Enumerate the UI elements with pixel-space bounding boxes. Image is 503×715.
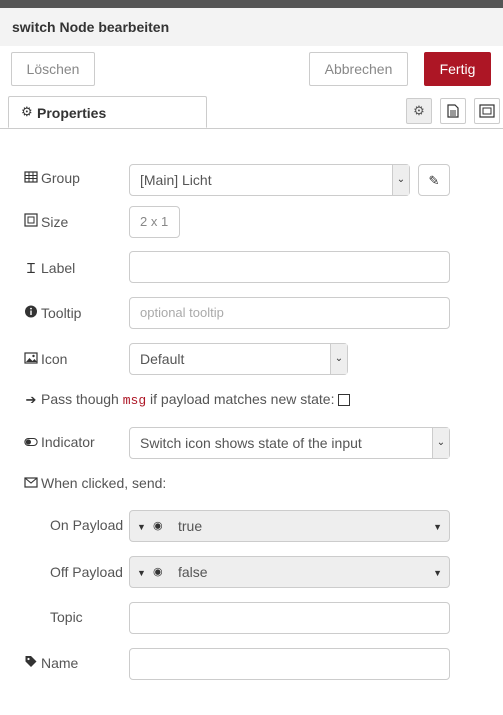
passthrough-prefix: Pass though [41, 391, 119, 407]
resize-icon [24, 213, 38, 227]
passthrough-checkbox[interactable] [338, 394, 351, 407]
indicator-select[interactable]: Switch icon shows state of the input ⌄ [129, 427, 450, 459]
top-bar [0, 0, 503, 8]
icon-value: Default [140, 351, 185, 367]
size-label: Size [24, 213, 68, 230]
label-input[interactable] [129, 251, 450, 283]
radio-icon: ◉ [153, 520, 163, 532]
done-button[interactable]: Fertig [424, 52, 491, 86]
caret-down-icon: ▼ [433, 568, 442, 578]
table-icon [24, 171, 38, 183]
properties-form: Group [Main] Licht ⌄ ✎ Size 2 x 1 Ɪ Label… [0, 128, 503, 715]
caret-down-icon: ▼ [433, 522, 442, 532]
off-payload-input[interactable]: ▼ ◉ false ▼ [129, 556, 450, 588]
on-payload-label: On Payload [50, 517, 124, 533]
edit-group-button[interactable]: ✎ [418, 164, 450, 196]
name-label-text: Name [41, 655, 79, 671]
radio-icon: ◉ [153, 566, 163, 578]
tooltip-label: Tooltip [24, 305, 81, 321]
text-cursor-icon: Ɪ [27, 260, 35, 276]
dialog-header: switch Node bearbeiten [0, 8, 503, 47]
size-label-text: Size [41, 214, 69, 230]
on-payload-input[interactable]: ▼ ◉ true ▼ [129, 510, 450, 542]
indicator-value: Switch icon shows state of the input [140, 435, 362, 451]
tab-properties[interactable]: ⚙ Properties [8, 96, 207, 128]
frame-icon [479, 104, 495, 118]
gear-icon: ⚙ [21, 104, 33, 119]
icon-label-text: Icon [41, 351, 68, 367]
chevron-down-icon: ⌄ [330, 344, 347, 374]
dialog-title: switch Node bearbeiten [12, 19, 170, 35]
arrow-right-icon: ➔ [25, 392, 37, 407]
on-payload-value: true [178, 518, 203, 534]
group-select[interactable]: [Main] Licht ⌄ [129, 164, 410, 196]
pencil-icon: ✎ [428, 173, 440, 188]
name-input[interactable] [129, 648, 450, 680]
cancel-button[interactable]: Abbrechen [309, 52, 408, 86]
indicator-label: Indicator [24, 434, 95, 450]
passthrough-suffix: if payload matches new state: [150, 391, 335, 407]
envelope-icon [24, 477, 38, 488]
label-label-text: Label [41, 260, 76, 276]
name-label: Name [24, 655, 78, 671]
group-label: Group [24, 170, 80, 186]
group-value: [Main] Licht [140, 172, 212, 188]
icon-label: Icon [24, 351, 67, 367]
chevron-down-icon: ⌄ [392, 165, 409, 195]
settings-tab-button[interactable]: ⚙ [406, 98, 432, 124]
tooltip-input[interactable]: optional tooltip [129, 297, 450, 329]
image-icon [24, 352, 38, 364]
gear-icon: ⚙ [413, 103, 425, 118]
document-icon [447, 104, 459, 118]
off-payload-value: false [178, 564, 208, 580]
chevron-down-icon: ⌄ [432, 428, 449, 458]
tooltip-label-text: Tooltip [41, 305, 82, 321]
passthrough-row: ➔ Pass though msg if payload matches new … [24, 391, 351, 408]
off-payload-label: Off Payload [50, 564, 123, 580]
topic-label: Topic [50, 609, 83, 625]
caret-down-icon: ▼ [137, 568, 146, 578]
caret-down-icon: ▼ [137, 522, 146, 532]
indicator-label-text: Indicator [41, 434, 95, 450]
group-label-text: Group [41, 170, 80, 186]
description-tab-button[interactable] [440, 98, 466, 124]
size-button[interactable]: 2 x 1 [129, 206, 180, 238]
tag-icon [25, 656, 37, 667]
tab-properties-label: Properties [37, 105, 107, 121]
button-bar: Löschen Abbrechen Fertig [0, 46, 503, 94]
info-icon [25, 305, 37, 318]
icon-select[interactable]: Default ⌄ [129, 343, 348, 375]
toggle-icon [24, 437, 38, 447]
topic-input[interactable] [129, 602, 450, 634]
when-clicked-label-text: When clicked, send: [41, 475, 167, 491]
when-clicked-label: When clicked, send: [24, 475, 166, 491]
tab-bar: ⚙ Properties ⚙ [0, 94, 503, 129]
label-label: Ɪ Label [24, 259, 75, 278]
passthrough-code: msg [122, 393, 147, 408]
delete-button[interactable]: Löschen [11, 52, 95, 86]
appearance-tab-button[interactable] [474, 98, 500, 124]
